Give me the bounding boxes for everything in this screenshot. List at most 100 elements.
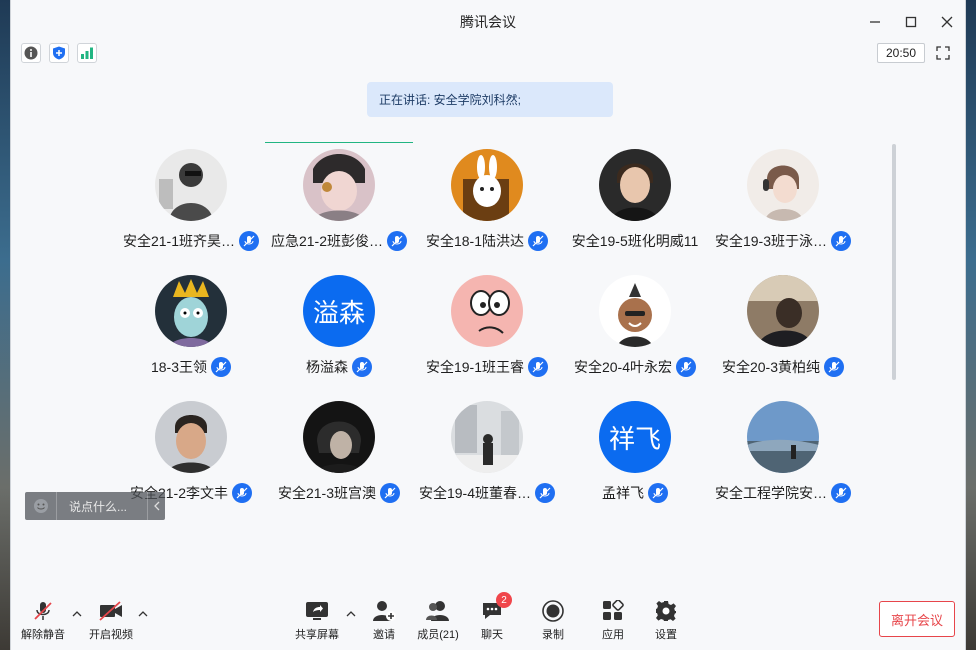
camera-off-icon	[99, 601, 122, 621]
participant-name: 安全21-3班宫澳	[277, 485, 377, 501]
leave-meeting-button[interactable]: 离开会议	[879, 601, 955, 637]
participant-name-row: 安全工程学院安…	[709, 481, 857, 505]
audio-options-button[interactable]	[71, 608, 83, 620]
muted-mic-icon	[831, 483, 851, 503]
meeting-info-button[interactable]	[21, 43, 41, 63]
start-video-button[interactable]: 开启视频	[83, 598, 139, 642]
mic-muted-icon	[34, 602, 52, 620]
emoji-icon[interactable]	[25, 492, 57, 520]
record-label: 录制	[542, 629, 564, 641]
participant-tile[interactable]: 安全19-4班董春…	[413, 401, 561, 527]
signal-bars-icon	[81, 47, 93, 59]
invite-button[interactable]: 邀请	[356, 598, 412, 642]
avatar-initials: 祥飞	[599, 401, 671, 473]
meeting-window: 腾讯会议 20:50 正在讲话: 安全学院刘科然; 安全21-1班齐昊… 应急2…	[10, 0, 966, 650]
participant-name-row: 安全18-1陆洪达	[413, 229, 561, 253]
muted-mic-icon	[352, 357, 372, 377]
avatar	[451, 275, 523, 347]
gear-icon	[656, 601, 676, 621]
participant-scrollbar[interactable]	[892, 144, 896, 380]
avatar-initials: 溢森	[303, 275, 375, 347]
participant-tile[interactable]: 18-3王领	[117, 275, 265, 401]
participant-grid: 安全21-1班齐昊… 应急21-2班彭俊… 安全18-1陆洪达 安全19-5班化…	[117, 149, 857, 527]
participant-tile[interactable]: 安全20-4叶永宏	[561, 275, 709, 401]
record-icon	[542, 600, 564, 622]
avatar	[303, 149, 375, 221]
settings-button[interactable]: 设置	[638, 598, 694, 642]
chevron-up-icon	[346, 611, 356, 617]
avatar: 溢森	[303, 275, 375, 347]
avatar	[599, 275, 671, 347]
collapse-chat-button[interactable]	[147, 492, 165, 520]
members-icon	[426, 601, 449, 621]
participant-name-row: 应急21-2班彭俊…	[265, 229, 413, 253]
meeting-timer: 20:50	[877, 43, 925, 63]
fullscreen-button[interactable]	[933, 43, 953, 63]
participant-tile[interactable]: 安全工程学院安…	[709, 401, 857, 527]
avatar	[303, 401, 375, 473]
participant-name: 18-3王领	[150, 359, 208, 375]
unmute-button[interactable]: 解除静音	[15, 598, 71, 642]
chat-button[interactable]: 2 聊天	[464, 592, 520, 642]
participant-name-row: 安全19-4班董春…	[413, 481, 561, 505]
participant-tile[interactable]: 安全19-1班王睿	[413, 275, 561, 401]
avatar	[451, 401, 523, 473]
share-screen-icon	[306, 602, 328, 620]
muted-mic-icon	[387, 231, 408, 251]
info-icon	[24, 46, 38, 60]
share-screen-button[interactable]: 共享屏幕	[289, 598, 345, 642]
apps-button[interactable]: 应用	[585, 598, 641, 642]
participant-name: 安全19-5班化明威11	[571, 233, 699, 249]
participant-name: 安全19-4班董春…	[418, 485, 532, 501]
participant-tile[interactable]: 安全21-1班齐昊…	[117, 149, 265, 275]
apps-label: 应用	[602, 629, 624, 641]
members-label: 成员(21)	[417, 629, 459, 641]
avatar	[155, 275, 227, 347]
muted-mic-icon	[648, 483, 668, 503]
participant-tile[interactable]: 祥飞 孟祥飞	[561, 401, 709, 527]
participant-name: 安全工程学院安…	[715, 485, 827, 501]
invite-label: 邀请	[373, 629, 395, 641]
bottom-toolbar: 解除静音 开启视频 共享屏幕 邀请 成员(21) 2 聊天 录制 应用 设置	[11, 590, 965, 650]
video-options-button[interactable]	[137, 608, 149, 620]
network-status-button[interactable]	[77, 43, 97, 63]
members-button[interactable]: 成员(21)	[410, 598, 466, 642]
participant-name-row: 18-3王领	[117, 355, 265, 379]
participant-name: 安全18-1陆洪达	[425, 233, 525, 249]
participant-tile[interactable]: 溢森 杨溢森	[265, 275, 413, 401]
security-button[interactable]	[49, 43, 69, 63]
participant-name: 安全19-1班王睿	[425, 359, 525, 375]
muted-mic-icon	[535, 483, 556, 503]
share-screen-label: 共享屏幕	[295, 629, 339, 641]
participant-tile[interactable]: 安全18-1陆洪达	[413, 149, 561, 275]
quick-chat-input[interactable]: 说点什么...	[25, 492, 165, 520]
participant-name: 安全20-4叶永宏	[573, 359, 673, 375]
muted-mic-icon	[380, 483, 401, 503]
participant-tile[interactable]: 应急21-2班彭俊…	[265, 149, 413, 275]
desktop-background-right	[966, 0, 976, 650]
record-button[interactable]: 录制	[525, 598, 581, 642]
participant-name: 安全21-1班齐昊…	[122, 233, 236, 249]
close-icon	[941, 16, 953, 28]
fullscreen-icon	[936, 46, 950, 60]
avatar	[599, 149, 671, 221]
participant-name-row: 安全19-3班于泳…	[709, 229, 857, 253]
participant-tile[interactable]: 安全21-3班宫澳	[265, 401, 413, 527]
muted-mic-icon	[528, 231, 549, 251]
participant-name: 孟祥飞	[602, 485, 644, 501]
muted-mic-icon	[676, 357, 697, 377]
start-video-label: 开启视频	[89, 629, 133, 641]
avatar: 祥飞	[599, 401, 671, 473]
participant-name-row: 安全21-1班齐昊…	[117, 229, 265, 253]
desktop-background-left	[0, 0, 10, 650]
muted-mic-icon	[239, 231, 260, 251]
participant-name-row: 安全20-4叶永宏	[561, 355, 709, 379]
chevron-up-icon	[138, 611, 148, 617]
participant-name-row: 杨溢森	[265, 355, 413, 379]
active-speaker-indicator	[265, 142, 413, 143]
participant-tile[interactable]: 安全20-3黄柏纯	[709, 275, 857, 401]
chevron-left-icon	[153, 501, 159, 511]
participant-tile[interactable]: 安全19-5班化明威11	[561, 149, 709, 275]
participant-tile[interactable]: 安全19-3班于泳…	[709, 149, 857, 275]
maximize-icon	[905, 16, 917, 28]
